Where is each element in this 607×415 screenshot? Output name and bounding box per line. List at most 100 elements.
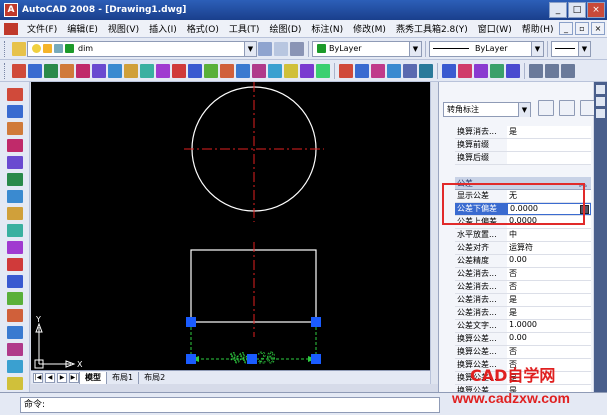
tool-icon-24[interactable]: [387, 63, 401, 78]
doc-minimize-button[interactable]: _: [559, 22, 573, 35]
minimize-button[interactable]: _: [549, 2, 567, 18]
last-tab-icon[interactable]: ▶|: [69, 372, 79, 383]
menu-edit[interactable]: 编辑(E): [62, 22, 103, 35]
linetype-combo[interactable]: ByLayer ▼: [429, 40, 544, 57]
property-row[interactable]: 公差消去... 否: [455, 281, 591, 294]
tool-icon-22[interactable]: [355, 63, 369, 78]
tool-icon-3[interactable]: [44, 63, 58, 78]
left-tool-14-icon[interactable]: [6, 309, 23, 322]
layer-manager-icon[interactable]: [12, 41, 26, 56]
property-row[interactable]: 公差精度 0.00: [455, 255, 591, 268]
tool-icon-17[interactable]: [268, 63, 282, 78]
left-tool-3-icon[interactable]: [6, 122, 23, 135]
property-row[interactable]: 公差消去... 是: [455, 294, 591, 307]
drawing-canvas[interactable]: %%c20 Y X: [31, 82, 430, 370]
grip-handle[interactable]: [311, 354, 321, 364]
tool-icon-32[interactable]: [529, 63, 543, 78]
palette-close-icon[interactable]: [596, 85, 605, 94]
menu-dimension[interactable]: 标注(N): [306, 22, 348, 35]
tool-icon-25[interactable]: [403, 63, 417, 78]
property-row[interactable]: 水平放置... 中: [455, 229, 591, 242]
tool-icon-10[interactable]: [156, 63, 170, 78]
tool-icon-5[interactable]: [76, 63, 90, 78]
property-row[interactable]: 换算公差... 0.00: [455, 333, 591, 346]
menu-file[interactable]: 文件(F): [22, 22, 62, 35]
tool-icon-28[interactable]: [458, 63, 472, 78]
make-current-layer-icon[interactable]: [258, 41, 272, 56]
tool-icon-16[interactable]: [252, 63, 266, 78]
left-tool-4-icon[interactable]: [6, 139, 23, 152]
palette-properties-icon[interactable]: [596, 109, 605, 118]
grip-handle[interactable]: [186, 317, 196, 327]
tool-icon-15[interactable]: [236, 63, 250, 78]
tool-icon-6[interactable]: [92, 63, 106, 78]
tool-icon-1[interactable]: [12, 63, 26, 78]
property-row[interactable]: 公差文字... 1.0000: [455, 320, 591, 333]
tool-icon-21[interactable]: [339, 63, 353, 78]
tool-icon-19[interactable]: [300, 63, 314, 78]
left-tool-12-icon[interactable]: [6, 275, 23, 288]
close-button[interactable]: ×: [587, 2, 605, 18]
doc-close-button[interactable]: ×: [591, 22, 605, 35]
menu-modify[interactable]: 修改(M): [348, 22, 391, 35]
first-tab-icon[interactable]: |◀: [33, 372, 43, 383]
property-row[interactable]: 公差消去... 是: [455, 307, 591, 320]
tool-icon-18[interactable]: [284, 63, 298, 78]
doc-restore-button[interactable]: ▫: [575, 22, 589, 35]
menu-format[interactable]: 格式(O): [182, 22, 224, 35]
tool-icon-23[interactable]: [371, 63, 385, 78]
document-icon[interactable]: [4, 22, 18, 35]
toggle-pickadd-icon[interactable]: [538, 100, 554, 116]
property-row[interactable]: 换算消去... 是: [455, 126, 591, 139]
menu-draw[interactable]: 绘图(D): [264, 22, 306, 35]
menu-tools[interactable]: 工具(T): [224, 22, 265, 35]
lineweight-combo[interactable]: ▼: [551, 40, 591, 57]
tool-icon-14[interactable]: [220, 63, 234, 78]
object-type-select[interactable]: 转角标注 ▼: [443, 102, 531, 117]
left-tool-9-icon[interactable]: [6, 224, 23, 237]
left-tool-17-icon[interactable]: [6, 360, 23, 373]
left-tool-18-icon[interactable]: [6, 377, 23, 390]
tool-icon-13[interactable]: [204, 63, 218, 78]
select-objects-icon[interactable]: [559, 100, 575, 116]
layer-previous-icon[interactable]: [274, 41, 288, 56]
menu-yanxiu-tools[interactable]: 燕秀工具箱2.8(Y): [391, 22, 473, 35]
palette-autohide-icon[interactable]: [596, 97, 605, 106]
left-tool-13-icon[interactable]: [6, 292, 23, 305]
left-tool-15-icon[interactable]: [6, 326, 23, 339]
maximize-button[interactable]: □: [568, 2, 586, 18]
tool-icon-34[interactable]: [561, 63, 575, 78]
left-tool-6-icon[interactable]: [6, 173, 23, 186]
left-tool-7-icon[interactable]: [6, 190, 23, 203]
menu-insert[interactable]: 插入(I): [144, 22, 182, 35]
grip-handle[interactable]: [186, 354, 196, 364]
property-row[interactable]: 换算前缀: [455, 139, 591, 152]
left-tool-5-icon[interactable]: [6, 156, 23, 169]
autocad-app-icon[interactable]: A: [4, 3, 18, 17]
left-tool-2-icon[interactable]: [6, 105, 23, 118]
left-tool-1-icon[interactable]: [6, 88, 23, 101]
property-row[interactable]: 公差对齐 运算符: [455, 242, 591, 255]
tool-icon-9[interactable]: [140, 63, 154, 78]
tab-model[interactable]: 模型: [79, 371, 106, 384]
tool-icon-26[interactable]: [419, 63, 433, 78]
tool-icon-8[interactable]: [124, 63, 138, 78]
property-row[interactable]: 公差消去... 否: [455, 268, 591, 281]
tool-icon-12[interactable]: [188, 63, 202, 78]
property-row[interactable]: 换算后缀: [455, 152, 591, 165]
tool-icon-2[interactable]: [28, 63, 42, 78]
property-row[interactable]: 换算公差... 否: [455, 346, 591, 359]
next-tab-icon[interactable]: ▶: [57, 372, 67, 383]
tool-icon-33[interactable]: [545, 63, 559, 78]
vertical-scrollbar[interactable]: [430, 82, 438, 384]
color-combo[interactable]: ByLayer ▼: [312, 40, 422, 57]
tool-icon-11[interactable]: [172, 63, 186, 78]
menu-help[interactable]: 帮助(H): [517, 22, 559, 35]
tab-layout2[interactable]: 布局2: [138, 371, 170, 384]
menu-window[interactable]: 窗口(W): [473, 22, 517, 35]
tool-icon-7[interactable]: [108, 63, 122, 78]
tab-layout1[interactable]: 布局1: [106, 371, 138, 384]
tool-icon-4[interactable]: [60, 63, 74, 78]
tool-icon-31[interactable]: [506, 63, 520, 78]
grip-handle[interactable]: [247, 354, 257, 364]
